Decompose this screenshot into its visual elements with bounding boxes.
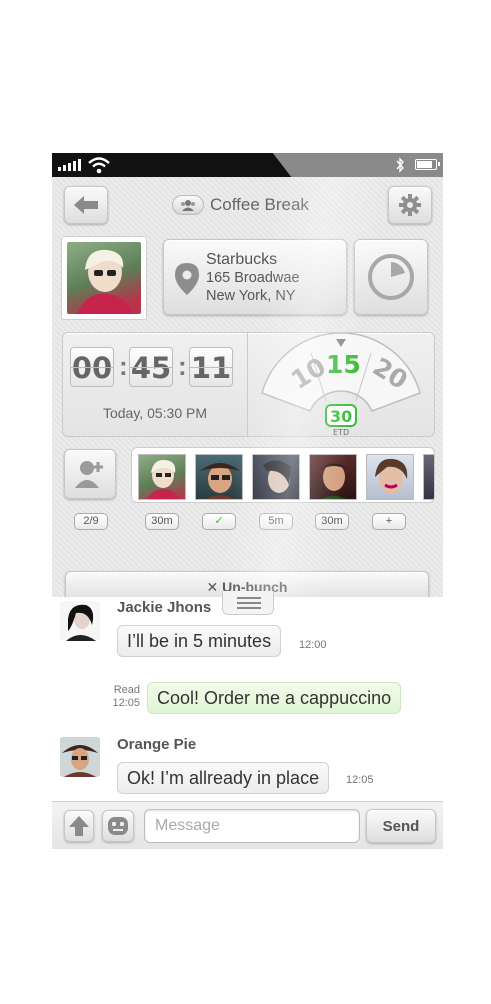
gear-icon [399,194,421,216]
sender-name: Jackie Jhons [117,599,212,616]
friend-invite-chip: + [372,513,406,530]
message-input-bar: Send [52,801,443,849]
sender-avatar[interactable] [60,601,100,641]
host-avatar[interactable] [61,236,147,320]
friends-count-chip: 2/9 [74,513,108,530]
settings-button[interactable] [388,186,432,224]
attach-button[interactable] [64,810,94,842]
arrow-up-icon [69,816,89,836]
friends-strip[interactable] [131,447,435,503]
phone-screen: Coffee Break Starbucks 165 Broadwae New … [52,153,443,849]
location-pin-icon [175,263,199,295]
wifi-icon [88,157,110,174]
friend-avatar[interactable] [138,454,186,500]
bunch-details-panel: Coffee Break Starbucks 165 Broadwae New … [52,177,443,603]
menu-handle-button[interactable] [222,591,274,615]
friend-avatar[interactable] [423,454,434,500]
add-person-icon [75,461,103,488]
today-time-label: Today, 05:30 PM [102,405,208,421]
friend-eta-chip: 30m [315,513,349,530]
etd-label: ETD [333,428,349,436]
signal-icon [58,159,81,171]
friend-eta-chip: 5m [259,513,293,530]
header-title-group: Coffee Break [172,191,309,219]
menu-icon [237,597,261,599]
friend-avatar[interactable] [309,454,357,500]
emoji-button[interactable] [102,810,134,842]
sender-name: Orange Pie [117,736,197,753]
back-button[interactable] [64,186,108,224]
friend-avatar[interactable] [252,454,300,500]
message-bubble[interactable]: I’ll be in 5 minutes [117,625,282,657]
friends-row: 2/9 30m ✓ 5m 30m + [52,447,443,537]
sender-avatar[interactable] [60,737,100,777]
page-title: Coffee Break [210,195,309,214]
friend-eta-chip: 30m [145,513,179,530]
location-address-line1: 165 Broadwae [206,270,300,286]
timer-seconds: 11 [189,347,233,387]
timer-icon [368,254,414,300]
friend-arrived-chip: ✓ [202,513,236,530]
location-button[interactable]: Starbucks 165 Broadwae New York, NY [163,239,347,315]
friend-avatar[interactable] [195,454,243,500]
send-button[interactable]: Send [366,809,436,843]
add-friend-button[interactable] [64,449,116,499]
message-time: 12:00 [299,639,327,651]
friend-avatar[interactable] [366,454,414,500]
time-panel: 00 : 45 : 11 Today, 05:30 PM 10 15 20 30… [62,332,435,437]
dial-center-value: 15 [326,350,361,379]
timer-hours: 00 [70,347,114,387]
read-receipt: Read 12:05 [112,684,140,709]
chat-area: Jackie Jhons I’ll be in 5 minutes 12:00 … [52,591,443,801]
timer-button[interactable] [354,239,428,315]
emoji-icon [108,817,128,835]
battery-icon [415,159,440,170]
group-icon [172,195,204,215]
message-bubble[interactable]: Ok! I’m allready in place [117,762,330,794]
status-bar [52,153,443,177]
timer-minutes: 45 [129,347,173,387]
location-text: Starbucks 165 Broadwae New York, NY [206,251,300,305]
message-input[interactable] [144,809,360,843]
outgoing-message-bubble[interactable]: Cool! Order me a cappuccino [147,682,402,714]
message-time: 12:05 [346,774,374,786]
eta-dial[interactable]: 10 15 20 30 ETD [248,333,436,436]
location-address-line2: New York, NY [206,288,296,304]
location-name: Starbucks [206,251,278,268]
bluetooth-icon [396,157,404,173]
etd-value: 30 [330,407,352,426]
back-arrow-icon [74,196,98,214]
